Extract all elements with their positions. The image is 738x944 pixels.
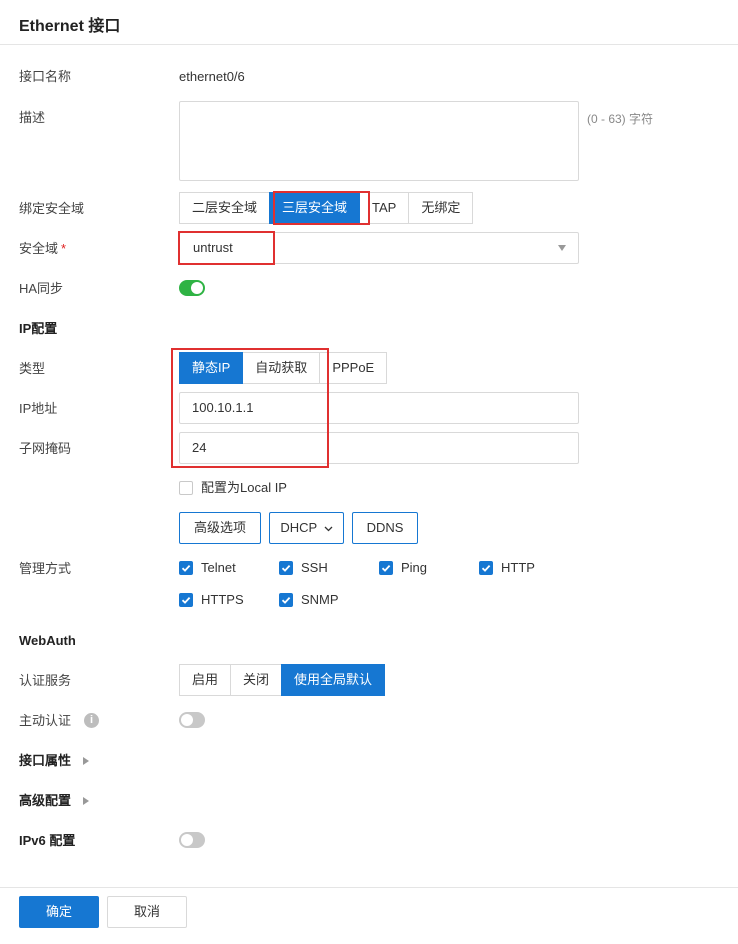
zone-select[interactable]: untrust [179,232,579,264]
check-icon [181,596,191,604]
dhcp-button-label: DHCP [280,520,317,535]
https-label: HTTPS [201,592,244,607]
caret-right-icon[interactable] [83,797,89,805]
auth-service-label: 认证服务 [19,673,72,688]
bind-zone-option-l3[interactable]: 三层安全域 [269,192,361,224]
auth-service-option-disable[interactable]: 关闭 [230,664,283,696]
ssh-label: SSH [301,560,328,575]
check-icon [381,564,391,572]
ip-address-label: IP地址 [19,401,58,416]
ssh-checkbox[interactable] [279,561,293,575]
netmask-value: 24 [192,440,207,455]
active-auth-toggle[interactable] [179,712,205,728]
zone-label-text: 安全域 [19,241,59,256]
ha-sync-toggle[interactable] [179,280,205,296]
description-textarea[interactable] [179,101,579,181]
advanced-config-section[interactable]: 高级配置 [19,792,71,810]
local-ip-checkbox[interactable] [179,481,193,495]
caret-down-icon [558,245,566,251]
ip-type-label: 类型 [19,361,46,376]
toggle-knob [191,282,203,294]
check-icon [481,564,491,572]
ip-address-value: 100.10.1.1 [192,400,254,415]
bind-zone-option-none[interactable]: 无绑定 [408,192,474,224]
http-checkbox[interactable] [479,561,493,575]
active-auth-label: 主动认证 [19,713,72,728]
telnet-checkbox[interactable] [179,561,193,575]
http-label: HTTP [501,560,535,575]
management-label: 管理方式 [19,561,72,576]
ipv6-toggle[interactable] [179,832,205,848]
zone-select-value: untrust [193,240,233,255]
description-label: 描述 [19,110,46,125]
ip-config-section-title: IP配置 [19,321,58,336]
snmp-checkbox[interactable] [279,593,293,607]
chevron-down-icon [324,526,333,531]
https-checkbox[interactable] [179,593,193,607]
check-icon [281,564,291,572]
check-icon [181,564,191,572]
cancel-button[interactable]: 取消 [107,896,187,928]
netmask-input[interactable]: 24 [179,432,579,464]
auth-service-option-global[interactable]: 使用全局默认 [281,664,386,696]
auth-service-segmented: 启用 关闭 使用全局默认 [179,664,386,696]
webauth-section-title: WebAuth [19,633,76,648]
bind-zone-option-l2[interactable]: 二层安全域 [179,192,271,224]
dhcp-button[interactable]: DHCP [269,512,344,544]
telnet-label: Telnet [201,560,236,575]
description-hint: (0 - 63) 字符 [587,112,654,126]
ip-type-option-static[interactable]: 静态IP [179,352,244,384]
bind-zone-label: 绑定安全域 [19,201,85,216]
ok-button[interactable]: 确定 [19,896,99,928]
ping-checkbox[interactable] [379,561,393,575]
interface-name-value: ethernet0/6 [179,69,245,84]
toggle-knob [181,834,193,846]
dialog-header: Ethernet 接口 [0,0,738,45]
local-ip-label: 配置为Local IP [201,480,287,495]
ping-label: Ping [401,560,428,575]
info-icon[interactable]: i [84,713,99,728]
ha-sync-label: HA同步 [19,281,64,296]
caret-right-icon[interactable] [83,757,89,765]
zone-label: 安全域 * [19,240,66,258]
ip-type-option-dhcp[interactable]: 自动获取 [242,352,321,384]
snmp-label: SNMP [301,592,339,607]
bind-zone-option-tap[interactable]: TAP [359,192,410,224]
ip-type-segmented: 静态IP 自动获取 PPPoE [179,352,388,384]
check-icon [281,596,291,604]
bind-zone-segmented: 二层安全域 三层安全域 TAP 无绑定 [179,192,474,224]
ip-type-option-pppoe[interactable]: PPPoE [319,352,388,384]
ipv6-config-label: IPv6 配置 [19,833,76,848]
dialog-title: Ethernet 接口 [19,18,121,35]
required-mark: * [61,241,67,256]
ddns-button[interactable]: DDNS [352,512,418,544]
auth-service-option-enable[interactable]: 启用 [179,664,232,696]
netmask-label: 子网掩码 [19,441,72,456]
toggle-knob [181,714,193,726]
interface-props-section[interactable]: 接口属性 [19,752,71,770]
advanced-options-button[interactable]: 高级选项 [179,512,261,544]
ip-address-input[interactable]: 100.10.1.1 [179,392,579,424]
interface-name-label: 接口名称 [19,69,72,84]
